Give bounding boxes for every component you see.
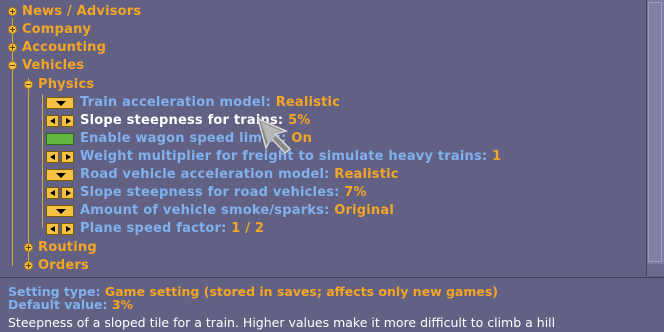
expand-plus-icon[interactable]	[8, 7, 17, 16]
mouse-cursor-icon	[256, 117, 292, 155]
collapse-minus-icon[interactable]	[24, 80, 33, 89]
setting-label: Slope steepness for road vehicles:	[80, 185, 345, 200]
toggle-switch[interactable]	[46, 133, 74, 145]
category-news-advisors[interactable]: News / Advisors	[8, 3, 141, 21]
subcategory-label: Physics	[38, 77, 95, 92]
setting-value: 7%	[344, 185, 367, 200]
dropdown-button[interactable]	[46, 169, 74, 181]
category-label: Accounting	[22, 40, 107, 55]
subcategory-label: Orders	[38, 258, 89, 273]
setting-value: Realistic	[275, 95, 341, 110]
subcategory-physics[interactable]: Physics	[24, 76, 94, 94]
increase-arrow-icon[interactable]	[61, 151, 74, 163]
subcategory-label: Routing	[38, 240, 97, 255]
increase-arrow-icon[interactable]	[61, 187, 74, 199]
settings-window: News / Advisors Company Accounting Vehic…	[0, 0, 664, 332]
scrollbar-thumb[interactable]	[648, 2, 662, 262]
vertical-scrollbar[interactable]	[647, 0, 664, 276]
category-vehicles[interactable]: Vehicles	[8, 57, 84, 75]
category-accounting[interactable]: Accounting	[8, 39, 106, 57]
decrease-arrow-icon[interactable]	[46, 115, 59, 127]
category-label: Company	[22, 22, 92, 37]
expand-plus-icon[interactable]	[8, 25, 17, 34]
category-label: Vehicles	[22, 58, 85, 73]
setting-value: 1	[492, 149, 502, 164]
dropdown-button[interactable]	[46, 205, 74, 217]
setting-value: Original	[334, 203, 394, 218]
setting-value: Realistic	[334, 167, 399, 182]
settings-tree: News / Advisors Company Accounting Vehic…	[0, 0, 647, 276]
resize-grip[interactable]	[647, 264, 664, 276]
category-label: News / Advisors	[22, 4, 142, 19]
setting-description: Steepness of a sloped tile for a train. …	[8, 315, 556, 330]
setting-train-acceleration-model[interactable]: Train acceleration model: Realistic	[46, 94, 340, 112]
setting-label: Amount of vehicle smoke/sparks:	[80, 203, 335, 218]
arrow-buttons[interactable]	[46, 187, 74, 199]
setting-info-panel: Setting type: Game setting (stored in sa…	[0, 277, 664, 332]
setting-plane-speed-factor[interactable]: Plane speed factor: 1 / 2	[46, 220, 264, 238]
decrease-arrow-icon[interactable]	[46, 151, 59, 163]
subcategory-routing[interactable]: Routing	[24, 239, 97, 257]
default-value-line: Default value: 3%	[8, 298, 133, 312]
default-value: 3%	[111, 297, 134, 312]
collapse-minus-icon[interactable]	[8, 61, 17, 70]
setting-label: Train acceleration model:	[80, 95, 276, 110]
arrow-buttons[interactable]	[46, 223, 74, 235]
category-company[interactable]: Company	[8, 21, 91, 39]
expand-plus-icon[interactable]	[24, 243, 33, 252]
setting-type-value: Game setting (stored in saves; affects o…	[104, 284, 499, 299]
tree-line	[28, 78, 29, 266]
default-value-label: Default value:	[8, 297, 112, 312]
expand-plus-icon[interactable]	[8, 43, 17, 52]
arrow-buttons[interactable]	[46, 151, 74, 163]
decrease-arrow-icon[interactable]	[46, 187, 59, 199]
setting-vehicle-smoke[interactable]: Amount of vehicle smoke/sparks: Original	[46, 202, 394, 220]
expand-plus-icon[interactable]	[24, 261, 33, 270]
setting-value: 1 / 2	[231, 221, 265, 236]
setting-road-vehicle-acceleration[interactable]: Road vehicle acceleration model: Realist…	[46, 166, 399, 184]
dropdown-button[interactable]	[46, 97, 74, 109]
subcategory-orders[interactable]: Orders	[24, 257, 89, 275]
setting-slope-steepness-road[interactable]: Slope steepness for road vehicles: 7%	[46, 184, 367, 202]
arrow-buttons[interactable]	[46, 115, 74, 127]
decrease-arrow-icon[interactable]	[46, 223, 59, 235]
tree-line	[42, 94, 43, 228]
increase-arrow-icon[interactable]	[61, 115, 74, 127]
setting-label: Road vehicle acceleration model:	[80, 167, 335, 182]
setting-label: Plane speed factor:	[80, 221, 232, 236]
increase-arrow-icon[interactable]	[61, 223, 74, 235]
